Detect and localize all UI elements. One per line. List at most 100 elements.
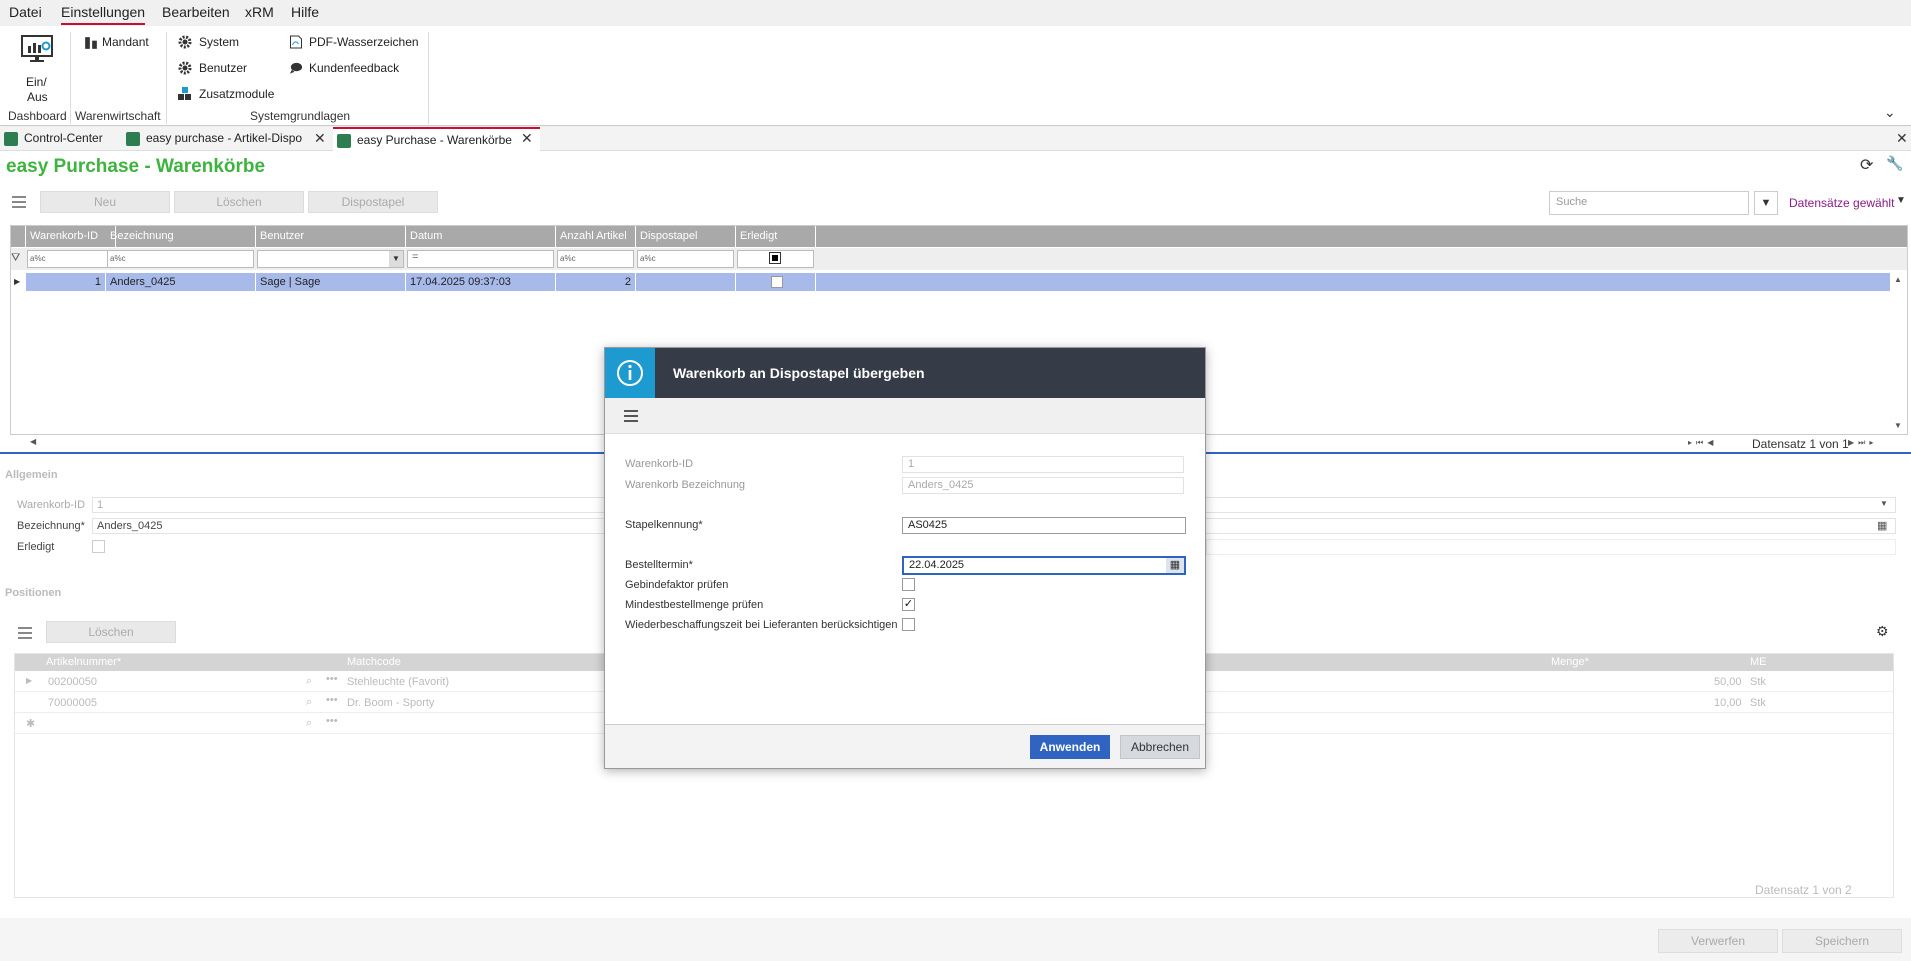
pager-last-icon[interactable]: ▶⏭▸ bbox=[1848, 438, 1877, 448]
chevron-down-icon[interactable]: ▼ bbox=[1896, 195, 1906, 206]
search-icon[interactable]: ⌕ bbox=[306, 717, 312, 730]
col-menge[interactable]: Menge* bbox=[1551, 653, 1589, 671]
building-icon bbox=[85, 37, 97, 49]
filter-benutzer[interactable]: ▼ bbox=[257, 250, 404, 268]
dashboard-toggle-button[interactable]: Ein/ Aus bbox=[12, 32, 64, 104]
verwerfen-button[interactable]: Verwerfen bbox=[1658, 929, 1778, 953]
menu-hamburger-icon[interactable] bbox=[12, 196, 26, 208]
search-icon[interactable]: ⌕ bbox=[306, 675, 312, 688]
zusatzmodule-button[interactable]: Zusatzmodule bbox=[178, 87, 278, 103]
info-icon bbox=[617, 360, 643, 386]
filter-datum[interactable]: = bbox=[407, 250, 554, 268]
scroll-left-icon[interactable]: ◀ bbox=[30, 437, 36, 446]
benutzer-button[interactable]: Benutzer bbox=[178, 61, 258, 77]
dialog-footer: Anwenden Abbrechen bbox=[605, 724, 1205, 768]
calendar-icon[interactable]: ▦ bbox=[1877, 519, 1887, 532]
speichern-button[interactable]: Speichern bbox=[1782, 929, 1902, 953]
cell-benutzer: Sage | Sage bbox=[256, 273, 406, 291]
pdf-wasserzeichen-button[interactable]: PDF-Wasserzeichen bbox=[289, 35, 419, 51]
neu-button[interactable]: Neu bbox=[40, 191, 170, 213]
dlg-warenkorb-id-field[interactable]: 1 bbox=[902, 456, 1184, 473]
calendar-icon[interactable]: ▦ bbox=[1166, 558, 1184, 573]
settings-gear-icon[interactable]: ⚙ bbox=[1876, 623, 1889, 640]
menu-einstellungen[interactable]: Einstellungen bbox=[61, 4, 146, 25]
col-dispostapel[interactable]: Dispostapel bbox=[636, 225, 736, 247]
erledigt-checkbox[interactable] bbox=[92, 540, 105, 553]
close-icon[interactable]: ✕ bbox=[521, 130, 533, 147]
page-title: easy Purchase - Warenkörbe bbox=[6, 156, 266, 177]
cell-datum: 17.04.2025 09:37:03 bbox=[406, 273, 556, 291]
mandant-button[interactable]: Mandant bbox=[84, 35, 154, 51]
tab-label: Control-Center bbox=[24, 131, 103, 145]
search-icon[interactable]: ⌕ bbox=[306, 696, 312, 709]
col-anzahl-artikel[interactable]: Anzahl Artikel bbox=[556, 225, 636, 247]
col-matchcode[interactable]: Matchcode bbox=[347, 653, 401, 671]
loeschen-button[interactable]: Löschen bbox=[174, 191, 304, 213]
filter-bezeichnung[interactable]: a%c bbox=[107, 250, 254, 268]
scroll-down-icon[interactable]: ▼ bbox=[1894, 421, 1902, 430]
menu-datei[interactable]: Datei bbox=[9, 4, 42, 23]
dlg-bezeichnung-field[interactable]: Anders_0425 bbox=[902, 477, 1184, 494]
col-warenkorb-id[interactable]: Warenkorb-ID bbox=[26, 225, 116, 247]
table-row[interactable]: ▶ 1 Anders_0425 Sage | Sage 17.04.2025 0… bbox=[10, 273, 1890, 291]
bestelltermin-input[interactable]: 22.04.2025 ▦ bbox=[902, 556, 1186, 575]
col-datum[interactable]: Datum bbox=[406, 225, 556, 247]
more-icon[interactable]: ••• bbox=[326, 715, 338, 727]
filter-dispostapel[interactable]: a%c bbox=[637, 250, 734, 268]
cell-bezeichnung: Anders_0425 bbox=[106, 273, 256, 291]
positions-menu-hamburger-icon[interactable] bbox=[18, 627, 32, 639]
menu-bearbeiten[interactable]: Bearbeiten bbox=[162, 4, 230, 23]
tab-control-center[interactable]: Control-Center bbox=[0, 127, 118, 151]
ribbon: Ein/ Aus Mandant System Benutzer Zusatzm… bbox=[0, 26, 1911, 126]
dispostapel-button[interactable]: Dispostapel bbox=[308, 191, 438, 213]
more-icon[interactable]: ••• bbox=[326, 694, 338, 706]
system-button[interactable]: System bbox=[178, 35, 258, 51]
records-selected-link[interactable]: Datensätze gewählt bbox=[1789, 196, 1894, 210]
search-input[interactable]: Suche bbox=[1549, 191, 1749, 215]
pager-first-icon[interactable]: ▸⏮◀ bbox=[1688, 438, 1717, 448]
cell-anzahl: 2 bbox=[556, 273, 636, 291]
pdf-icon bbox=[290, 35, 302, 49]
filter-anzahl[interactable]: a%c bbox=[557, 250, 634, 268]
abbrechen-button[interactable]: Abbrechen bbox=[1120, 735, 1200, 759]
filter-warenkorb-id[interactable]: a%c bbox=[27, 250, 113, 268]
anwenden-button[interactable]: Anwenden bbox=[1030, 735, 1110, 759]
filter-erledigt[interactable] bbox=[737, 250, 814, 268]
erledigt-checkbox[interactable] bbox=[771, 276, 783, 288]
cell-matchcode: Dr. Boom - Sporty bbox=[347, 697, 435, 709]
menu-hilfe[interactable]: Hilfe bbox=[291, 4, 319, 23]
wiederbeschaffung-label: Wiederbeschaffungszeit bei Lieferanten b… bbox=[625, 619, 898, 631]
dialog-menu-hamburger-icon[interactable] bbox=[624, 410, 638, 422]
wiederbeschaffung-checkbox[interactable] bbox=[902, 618, 915, 631]
scroll-up-icon[interactable]: ▲ bbox=[1894, 275, 1902, 284]
mindestbestellmenge-checkbox[interactable]: ✓ bbox=[902, 598, 915, 611]
filter-icon[interactable]: ▼ bbox=[1754, 191, 1778, 215]
refresh-icon[interactable]: ⟳ bbox=[1860, 155, 1873, 175]
col-bezeichnung[interactable]: Bezeichnung bbox=[106, 225, 256, 247]
positions-pager-text: Datensatz 1 von 2 bbox=[1755, 883, 1852, 897]
col-artikelnummer[interactable]: Artikelnummer* bbox=[46, 653, 121, 671]
menu-xrm[interactable]: xRM bbox=[245, 4, 274, 23]
gebindefaktor-checkbox[interactable] bbox=[902, 578, 915, 591]
wrench-icon[interactable]: 🔧 bbox=[1886, 155, 1903, 172]
transfer-dialog: Warenkorb an Dispostapel übergeben Waren… bbox=[604, 347, 1206, 769]
tab-artikel-dispo[interactable]: easy purchase - Artikel-Dispo ✕ bbox=[122, 127, 328, 151]
cell-dispostapel bbox=[636, 273, 736, 291]
tab-warenkoerbe[interactable]: easy Purchase - Warenkörbe ✕ bbox=[333, 127, 540, 151]
feedback-icon bbox=[289, 62, 303, 74]
pdf-wasserzeichen-label: PDF-Wasserzeichen bbox=[309, 35, 419, 49]
col-erledigt[interactable]: Erledigt bbox=[736, 225, 816, 247]
chevron-down-icon[interactable]: ▼ bbox=[1880, 499, 1888, 508]
close-icon[interactable]: ✕ bbox=[314, 130, 326, 147]
more-icon[interactable]: ••• bbox=[326, 673, 338, 685]
close-all-icon[interactable]: ✕ bbox=[1896, 130, 1908, 147]
col-me[interactable]: ME bbox=[1750, 653, 1767, 671]
col-benutzer[interactable]: Benutzer bbox=[256, 225, 406, 247]
chevron-down-icon[interactable]: ▼ bbox=[389, 251, 403, 267]
ribbon-collapse-chevron-icon[interactable]: ⌄ bbox=[1884, 104, 1896, 121]
stapelkennung-input[interactable]: AS0425 bbox=[902, 517, 1186, 534]
system-label: System bbox=[199, 35, 240, 49]
tristate-checkbox[interactable] bbox=[769, 252, 781, 264]
positions-loeschen-button[interactable]: Löschen bbox=[46, 621, 176, 643]
kundenfeedback-button[interactable]: Kundenfeedback bbox=[289, 61, 419, 77]
